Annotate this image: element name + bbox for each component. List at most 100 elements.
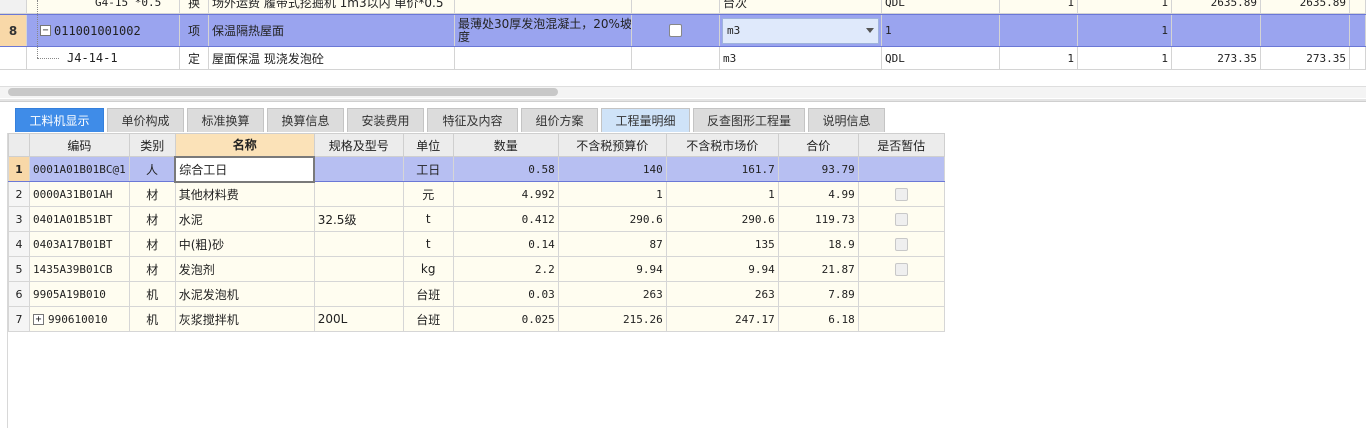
budget-price-cell[interactable]: 1 (557, 181, 667, 207)
name-cell[interactable]: 发泡剂 (174, 256, 315, 282)
name-cell[interactable]: 中(粗)砂 (174, 231, 315, 257)
budget-price-cell[interactable]: 87 (557, 231, 667, 257)
market-price-cell[interactable]: 290.6 (665, 206, 779, 232)
header-unit[interactable]: 单位 (402, 133, 454, 157)
tab-labor-material-machine[interactable]: 工料机显示 (15, 108, 104, 132)
tab-standard-conversion[interactable]: 标准换算 (187, 108, 264, 132)
code-cell[interactable]: 0001A01B01BC@1 (29, 156, 130, 182)
feature-cell[interactable]: 最薄处30厚发泡混凝土，20%坡 度 (455, 15, 632, 46)
budget-price-cell[interactable]: 263 (557, 281, 667, 307)
provisional-cell[interactable] (857, 206, 945, 232)
horizontal-scrollbar-thumb[interactable] (8, 88, 558, 96)
name-cell-editing[interactable]: 综合工日 (174, 155, 316, 183)
category-cell[interactable]: 机 (128, 306, 176, 332)
category-cell[interactable]: 材 (128, 256, 176, 282)
quantity-cell[interactable]: 2.2 (452, 256, 559, 282)
quantity-cell[interactable]: 0.03 (452, 281, 559, 307)
code-cell[interactable]: 9905A19B010 (29, 281, 130, 307)
unit-cell[interactable]: 工日 (402, 156, 454, 182)
unit-cell[interactable]: 台班 (402, 281, 454, 307)
quantity-cell[interactable]: 4.992 (452, 181, 559, 207)
name-cell[interactable]: 水泥发泡机 (174, 281, 315, 307)
header-provisional[interactable]: 是否暂估 (857, 133, 945, 157)
table-row[interactable]: 2 0000A31B01AH 材 其他材料费 元 4.992 1 1 4.99 (8, 181, 945, 207)
tab-reverse-graphic-quantity[interactable]: 反查图形工程量 (693, 108, 805, 132)
budget-price-cell[interactable]: 140 (557, 156, 667, 182)
market-price-cell[interactable]: 247.17 (665, 306, 779, 332)
market-price-cell[interactable]: 161.7 (665, 156, 779, 182)
spec-cell[interactable] (313, 156, 404, 182)
market-price-cell[interactable]: 135 (665, 231, 779, 257)
table-row[interactable]: 5 1435A39B01CB 材 发泡剂 kg 2.2 9.94 9.94 21… (8, 256, 945, 282)
budget-price-cell[interactable]: 215.26 (557, 306, 667, 332)
unit-cell[interactable]: m3 (720, 15, 882, 46)
qty-expr-cell[interactable]: 1 (882, 15, 1000, 46)
spec-cell[interactable]: 200L (313, 306, 404, 332)
header-market-price[interactable]: 不含税市场价 (665, 133, 779, 157)
code-cell[interactable]: − 011001001002 (27, 15, 180, 46)
expand-plus-icon[interactable]: + (33, 314, 44, 325)
code-cell[interactable]: 0401A01B51BT (29, 206, 130, 232)
budget-price-cell[interactable]: 9.94 (557, 256, 667, 282)
quantity-cell[interactable]: 0.025 (452, 306, 559, 332)
header-code[interactable]: 编码 (29, 133, 130, 157)
tab-pricing-scheme[interactable]: 组价方案 (521, 108, 598, 132)
unit-dropdown[interactable]: m3 (722, 17, 879, 44)
market-price-cell[interactable]: 1 (665, 181, 779, 207)
provisional-checkbox[interactable] (894, 188, 908, 201)
table-row[interactable]: J4-14-1 定 屋面保温 现浇发泡砼 m3 QDL 1 1 273.35 2… (0, 47, 1366, 70)
tab-quantity-detail[interactable]: 工程量明细 (601, 108, 690, 132)
quantity-cell[interactable]: 0.58 (452, 156, 559, 182)
tab-conversion-info[interactable]: 换算信息 (267, 108, 344, 132)
unit-cell[interactable]: 台班 (402, 306, 454, 332)
category-cell[interactable]: 人 (128, 156, 176, 182)
table-row[interactable]: 7 +990610010 机 灰浆搅拌机 200L 台班 0.025 215.2… (8, 306, 945, 332)
name-cell[interactable]: 其他材料费 (174, 181, 315, 207)
table-row[interactable]: G4-15 *0.5 换 场外运费 履带式挖掘机 1m3以内 单价*0.5 台次… (0, 0, 1366, 14)
unit-cell[interactable]: kg (402, 256, 454, 282)
code-cell[interactable]: 0403A17B01BT (29, 231, 130, 257)
table-row-selected[interactable]: 1 0001A01B01BC@1 人 综合工日 工日 0.58 140 161.… (8, 155, 945, 183)
provisional-cell[interactable] (857, 256, 945, 282)
spec-cell[interactable] (313, 231, 404, 257)
provisional-checkbox[interactable] (894, 263, 908, 276)
market-price-cell[interactable]: 263 (665, 281, 779, 307)
spec-cell[interactable] (313, 281, 404, 307)
provisional-checkbox[interactable] (894, 213, 908, 226)
unit-cell[interactable]: 元 (402, 181, 454, 207)
table-row-selected[interactable]: 8 − 011001001002 项 保温隔热屋面 最薄处30厚发泡混凝土，20… (0, 14, 1366, 47)
tab-installation-fee[interactable]: 安装费用 (347, 108, 424, 132)
header-name[interactable]: 名称 (174, 133, 315, 157)
header-quantity[interactable]: 数量 (452, 133, 559, 157)
category-cell[interactable]: 材 (128, 206, 176, 232)
category-cell[interactable]: 机 (128, 281, 176, 307)
header-total[interactable]: 合价 (777, 133, 859, 157)
provisional-cell[interactable] (857, 181, 945, 207)
table-row[interactable]: 6 9905A19B010 机 水泥发泡机 台班 0.03 263 263 7.… (8, 281, 945, 307)
name-cell[interactable]: 保温隔热屋面 (209, 15, 455, 46)
name-cell[interactable]: 水泥 (174, 206, 315, 232)
chevron-down-icon[interactable] (866, 28, 874, 33)
unit-cell[interactable]: t (402, 206, 454, 232)
tab-unit-price-composition[interactable]: 单价构成 (107, 108, 184, 132)
check-cell[interactable] (632, 15, 720, 46)
spec-cell[interactable] (313, 181, 404, 207)
collapse-toggle-icon[interactable]: − (40, 25, 51, 36)
tab-description-info[interactable]: 说明信息 (808, 108, 885, 132)
provisional-cell[interactable] (857, 231, 945, 257)
category-cell[interactable]: 材 (128, 231, 176, 257)
tab-features-content[interactable]: 特征及内容 (427, 108, 518, 132)
header-budget-price[interactable]: 不含税预算价 (557, 133, 667, 157)
row-checkbox[interactable] (669, 24, 682, 37)
unit-cell[interactable]: t (402, 231, 454, 257)
table-row[interactable]: 3 0401A01B51BT 材 水泥 32.5级 t 0.412 290.6 … (8, 206, 945, 232)
name-cell[interactable]: 灰浆搅拌机 (174, 306, 315, 332)
header-spec[interactable]: 规格及型号 (313, 133, 404, 157)
quantity-cell[interactable]: 0.14 (452, 231, 559, 257)
header-category[interactable]: 类别 (128, 133, 176, 157)
budget-price-cell[interactable]: 290.6 (557, 206, 667, 232)
pane-splitter[interactable] (0, 99, 1366, 102)
quantity-cell[interactable]: 0.412 (452, 206, 559, 232)
provisional-checkbox[interactable] (894, 238, 908, 251)
code-cell[interactable]: +990610010 (29, 306, 130, 332)
